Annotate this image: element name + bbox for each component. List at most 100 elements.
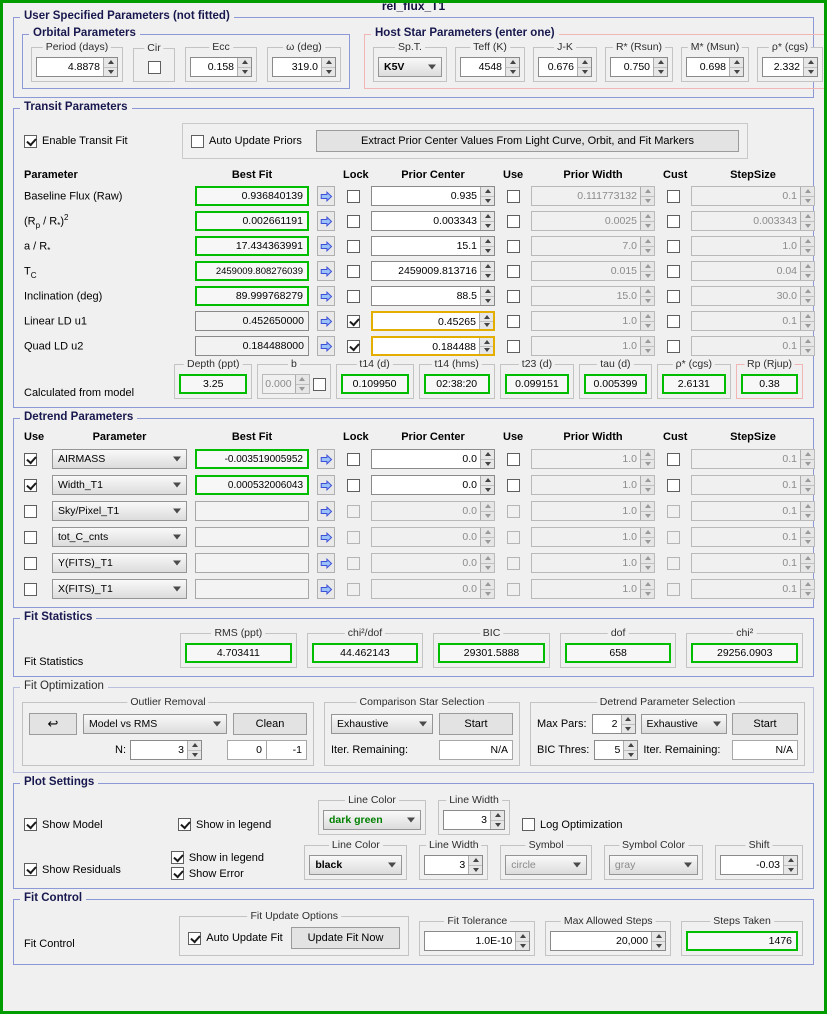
copy-to-prior-button[interactable] — [317, 236, 335, 256]
rho-input[interactable]: 2.332 — [762, 57, 818, 77]
spinner-up-icon[interactable] — [801, 212, 814, 222]
cust-checkbox[interactable] — [666, 530, 680, 544]
spinner-up-icon[interactable] — [481, 212, 494, 222]
spinner-down-icon[interactable] — [322, 68, 335, 77]
show-residuals[interactable]: Show Residuals — [24, 863, 159, 876]
comp-star-mode-select[interactable]: Exhaustive — [331, 714, 433, 734]
spinner-up-icon[interactable] — [641, 287, 654, 297]
spinner-up-icon[interactable] — [469, 856, 483, 866]
prior-width-input[interactable]: 0.0025 — [531, 211, 655, 231]
prior-center-input[interactable]: 0.935 — [371, 186, 495, 206]
use-prior-checkbox[interactable] — [506, 478, 520, 492]
spinner-up-icon[interactable] — [801, 312, 814, 322]
stepsize-input[interactable]: 0.003343 — [691, 211, 815, 231]
spinner-down-icon[interactable] — [578, 68, 591, 77]
spinner-up-icon[interactable] — [481, 476, 494, 486]
spt-select[interactable]: K5V — [378, 57, 442, 77]
spinner-down-icon[interactable] — [784, 866, 797, 875]
spinner-down-icon[interactable] — [481, 222, 494, 231]
copy-to-prior-button[interactable] — [317, 527, 335, 547]
use-prior-checkbox[interactable] — [506, 264, 520, 278]
spinner-down-icon[interactable] — [481, 564, 494, 573]
prior-width-input[interactable]: 0.111773132 — [531, 186, 655, 206]
lock-checkbox[interactable] — [346, 582, 360, 596]
prior-width-input[interactable]: 1.0 — [531, 553, 655, 573]
lock-checkbox[interactable] — [346, 339, 360, 353]
residual-line-width-input[interactable]: 3 — [424, 855, 484, 875]
spinner-down-icon[interactable] — [730, 68, 743, 77]
auto-update-priors[interactable]: Auto Update Priors — [191, 134, 302, 148]
spinner-down-icon[interactable] — [491, 821, 504, 830]
spinner-down-icon[interactable] — [801, 247, 814, 256]
copy-to-prior-button[interactable] — [317, 553, 335, 573]
spinner-down-icon[interactable] — [801, 512, 814, 521]
copy-to-prior-button[interactable] — [317, 579, 335, 599]
show-error-checkbox[interactable] — [170, 867, 184, 880]
spinner-up-icon[interactable] — [481, 580, 494, 590]
use-detrend-checkbox[interactable] — [24, 556, 37, 570]
stepsize-input[interactable]: 0.1 — [691, 527, 815, 547]
comp-star-start-button[interactable]: Start — [439, 713, 513, 735]
omega-input[interactable]: 319.0 — [272, 57, 336, 77]
prior-width-input[interactable]: 1.0 — [531, 527, 655, 547]
prior-center-spinner[interactable] — [480, 287, 494, 305]
prior-width-spinner[interactable] — [640, 187, 654, 205]
spinner-up-icon[interactable] — [481, 528, 494, 538]
show-residuals-checkbox[interactable] — [24, 863, 37, 876]
jk-spinner[interactable] — [577, 58, 591, 76]
spinner-up-icon[interactable] — [481, 187, 494, 197]
max-pars-input[interactable]: 2 — [591, 714, 636, 734]
stepsize-input[interactable]: 0.1 — [691, 475, 815, 495]
spinner-up-icon[interactable] — [516, 932, 530, 942]
teff-spinner[interactable] — [505, 58, 519, 76]
fit-tolerance-input[interactable]: 1.0E-10 — [424, 931, 531, 951]
prior-center-input[interactable]: 0.0 — [371, 475, 495, 495]
spinner-down-icon[interactable] — [641, 538, 654, 547]
spinner-up-icon[interactable] — [641, 476, 654, 486]
lock-checkbox[interactable] — [346, 314, 360, 328]
cust-checkbox[interactable] — [666, 289, 680, 303]
prior-width-spinner[interactable] — [640, 287, 654, 305]
use-prior-checkbox[interactable] — [506, 289, 520, 303]
spinner-up-icon[interactable] — [491, 811, 504, 821]
symbol-select[interactable]: circle — [505, 855, 587, 875]
spinner-down-icon[interactable] — [801, 486, 814, 495]
spinner-down-icon[interactable] — [622, 725, 635, 734]
spinner-up-icon[interactable] — [481, 450, 494, 460]
stepsize-input[interactable]: 0.1 — [691, 553, 815, 573]
prior-center-spinner[interactable] — [480, 262, 494, 280]
ecc-spinner[interactable] — [237, 58, 251, 76]
symbol-color-select[interactable]: gray — [608, 855, 699, 875]
prior-center-input[interactable]: 0.0 — [371, 501, 495, 521]
copy-to-prior-button[interactable] — [317, 336, 335, 356]
spinner-down-icon[interactable] — [641, 297, 654, 306]
show-model[interactable]: Show Model — [24, 818, 166, 831]
stepsize-spinner[interactable] — [800, 287, 814, 305]
use-prior-checkbox[interactable] — [506, 582, 520, 596]
spinner-up-icon[interactable] — [506, 58, 519, 68]
use-prior-checkbox[interactable] — [506, 504, 520, 518]
stepsize-spinner[interactable] — [800, 212, 814, 230]
lock-checkbox[interactable] — [346, 530, 360, 544]
spinner-up-icon[interactable] — [784, 856, 798, 866]
prior-center-input[interactable]: 0.003343 — [371, 211, 495, 231]
prior-center-spinner[interactable] — [480, 237, 494, 255]
show-in-legend-checkbox[interactable] — [178, 818, 191, 831]
spinner-up-icon[interactable] — [801, 337, 814, 347]
use-detrend-checkbox[interactable] — [24, 504, 37, 518]
spinner-up-icon[interactable] — [481, 287, 494, 297]
spinner-down-icon[interactable] — [641, 486, 654, 495]
spinner-up-icon[interactable] — [238, 58, 251, 68]
spinner-down-icon[interactable] — [481, 590, 494, 599]
spinner-down-icon[interactable] — [481, 512, 494, 521]
stepsize-input[interactable]: 0.1 — [691, 501, 815, 521]
spinner-down-icon[interactable] — [801, 590, 814, 599]
spinner-up-icon[interactable] — [641, 187, 654, 197]
copy-to-prior-button[interactable] — [317, 261, 335, 281]
spinner-down-icon[interactable] — [480, 322, 493, 330]
prior-center-input[interactable]: 88.5 — [371, 286, 495, 306]
rstar-input[interactable]: 0.750 — [610, 57, 668, 77]
use-prior-checkbox[interactable] — [506, 452, 520, 466]
stepsize-input[interactable]: 0.1 — [691, 579, 815, 599]
spinner-up-icon[interactable] — [801, 476, 814, 486]
